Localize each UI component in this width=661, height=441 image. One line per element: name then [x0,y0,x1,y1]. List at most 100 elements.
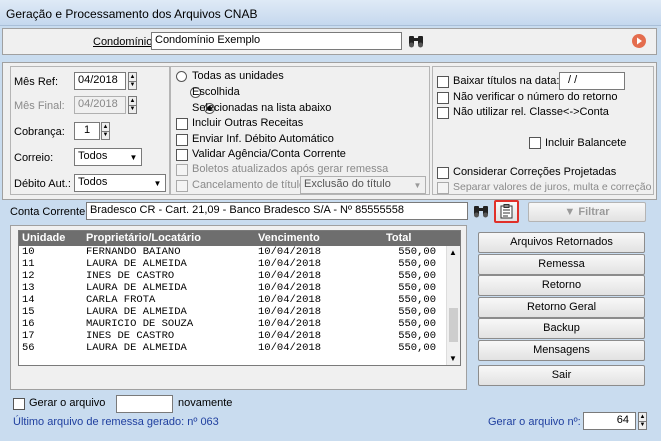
col-vencimento-header[interactable]: Vencimento [258,232,320,244]
sair-button[interactable]: Sair [478,365,645,386]
debito-select[interactable]: Todos ▼ [74,174,166,192]
radio-selecionadas-label: Selecionadas na lista abaixo [192,102,332,114]
table-row[interactable]: 17 INES DE CASTRO 10/04/2018 550,00 [19,330,460,342]
mensagens-button[interactable]: Mensagens [478,340,645,361]
table-body: 10 FERNANDO BAIANO 10/04/2018 550,00 11 LAURA… [19,246,460,354]
separar-valores-checkbox[interactable] [437,182,449,194]
gerar-arquivo-label: Gerar o arquivo [29,397,106,409]
enviar-debito-checkbox[interactable] [176,134,188,146]
correio-value: Todos [78,150,108,162]
table-row[interactable]: 12 INES DE CASTRO 10/04/2018 550,00 [19,270,460,282]
cell-vencimento: 10/04/2018 [258,330,322,342]
nao-utilizar-label: Não utilizar rel. Classe<->Conta [453,106,609,118]
cell-proprietario: MAURICIO DE SOUZA [86,318,194,330]
correio-label: Correio: [14,152,54,164]
cancelamento-value: Exclusão do título [304,178,391,190]
correio-select[interactable]: Todos ▼ [74,148,142,166]
cell-proprietario: INES DE CASTRO [86,270,175,282]
gerar-arquivo-checkbox[interactable] [13,398,25,410]
cell-vencimento: 10/04/2018 [258,306,322,318]
cell-total: 550,00 [398,306,436,318]
baixar-titulos-label: Baixar títulos na data: [453,75,560,87]
cobranca-input[interactable]: 1 [74,122,100,140]
gerar-num-input[interactable]: 64 [583,412,636,430]
window-title: Geração e Processamento dos Arquivos CNA… [6,7,258,21]
cell-unidade: 12 [22,270,35,282]
mes-ref-input[interactable]: 04/2018 [74,72,126,90]
binoculars-icon[interactable] [472,203,490,219]
condominio-input[interactable]: Condomínio Exemplo [151,32,402,50]
incluir-balancete-checkbox[interactable] [529,137,541,149]
cell-proprietario: FERNANDO BAIANO [86,246,181,258]
binoculars-icon[interactable] [407,33,425,49]
cell-unidade: 15 [22,306,35,318]
table-row[interactable]: 56 LAURA DE ALMEIDA 10/04/2018 550,00 [19,342,460,354]
nao-utilizar-checkbox[interactable] [437,107,449,119]
chevron-down-icon: ▼ [413,180,422,190]
cell-unidade: 11 [22,258,35,270]
cancelamento-checkbox[interactable] [176,180,188,192]
cell-total: 550,00 [398,318,436,330]
table-row[interactable]: 14 CARLA FROTA 10/04/2018 550,00 [19,294,460,306]
table-row[interactable]: 13 LAURA DE ALMEIDA 10/04/2018 550,00 [19,282,460,294]
units-table[interactable]: Unidade Proprietário/Locatário Venciment… [18,230,461,366]
gerar-num-spinner[interactable]: ▲ ▼ [638,412,647,430]
cobranca-spinner[interactable]: ▲ ▼ [101,122,110,140]
play-icon[interactable] [632,34,646,48]
table-row[interactable]: 11 LAURA DE ALMEIDA 10/04/2018 550,00 [19,258,460,270]
mes-final-spinner[interactable]: ▲ ▼ [128,96,137,114]
cell-vencimento: 10/04/2018 [258,258,322,270]
debito-value: Todos [78,176,108,188]
chevron-up-icon[interactable]: ▲ [449,248,457,257]
considerar-correcoes-label: Considerar Correções Projetadas [453,166,617,178]
considerar-correcoes-checkbox[interactable] [437,167,449,179]
cell-proprietario: LAURA DE ALMEIDA [86,342,187,354]
title-bar: Geração e Processamento dos Arquivos CNA… [0,0,661,26]
mes-final-input[interactable]: 04/2018 [74,96,126,114]
conta-input[interactable]: Bradesco CR - Cart. 21,09 - Banco Brades… [86,202,468,220]
incluir-receitas-label: Incluir Outras Receitas [192,117,304,129]
retorno-geral-button[interactable]: Retorno Geral [478,297,645,318]
radio-todas[interactable] [176,71,187,82]
cancelamento-select[interactable]: Exclusão do título ▼ [300,176,426,194]
gerar-arquivo-input[interactable] [116,395,173,413]
scroll-thumb[interactable] [449,308,458,342]
cell-total: 550,00 [398,330,436,342]
baixar-titulos-checkbox[interactable] [437,76,449,88]
cell-total: 550,00 [398,270,436,282]
cell-unidade: 56 [22,342,35,354]
filtrar-label: Filtrar [578,206,610,218]
funnel-icon: ▼ [564,206,576,218]
report-button[interactable] [494,200,519,223]
arquivos-retornados-button[interactable]: Arquivos Retornados [478,232,645,253]
table-row[interactable]: 15 LAURA DE ALMEIDA 10/04/2018 550,00 [19,306,460,318]
validar-agencia-checkbox[interactable] [176,149,188,161]
table-row[interactable]: 16 MAURICIO DE SOUZA 10/04/2018 550,00 [19,318,460,330]
separar-valores-label: Separar valores de juros, multa e correç… [453,181,652,193]
col-unidade-header[interactable]: Unidade [22,232,65,244]
boletos-atualizados-checkbox[interactable] [176,164,188,176]
ultimo-arquivo-text: Último arquivo de remessa gerado: nº 063 [13,416,219,428]
mes-final-label: Mês Final: [14,100,65,112]
nao-verificar-checkbox[interactable] [437,92,449,104]
filtrar-button[interactable]: ▼ Filtrar [528,202,646,222]
chevron-down-icon[interactable]: ▼ [449,354,457,363]
table-row[interactable]: 10 FERNANDO BAIANO 10/04/2018 550,00 [19,246,460,258]
col-total-header[interactable]: Total [386,232,411,244]
incluir-receitas-checkbox[interactable] [176,118,188,130]
retorno-button[interactable]: Retorno [478,275,645,296]
cell-total: 550,00 [398,258,436,270]
cell-proprietario: LAURA DE ALMEIDA [86,258,187,270]
backup-button[interactable]: Backup [478,318,645,339]
cell-proprietario: LAURA DE ALMEIDA [86,282,187,294]
conta-label: Conta Corrente: [10,206,89,218]
col-proprietario-header[interactable]: Proprietário/Locatário [86,232,201,244]
cobranca-label: Cobrança: [14,126,65,138]
cancelamento-label: Cancelamento de título [192,179,306,191]
remessa-button[interactable]: Remessa [478,254,645,275]
mes-ref-spinner[interactable]: ▲ ▼ [128,72,137,90]
cell-total: 550,00 [398,294,436,306]
validar-agencia-label: Validar Agência/Conta Corrente [192,148,346,160]
baixar-date-input[interactable]: / / [559,72,625,90]
table-scrollbar[interactable]: ▲ ▼ [446,246,460,365]
